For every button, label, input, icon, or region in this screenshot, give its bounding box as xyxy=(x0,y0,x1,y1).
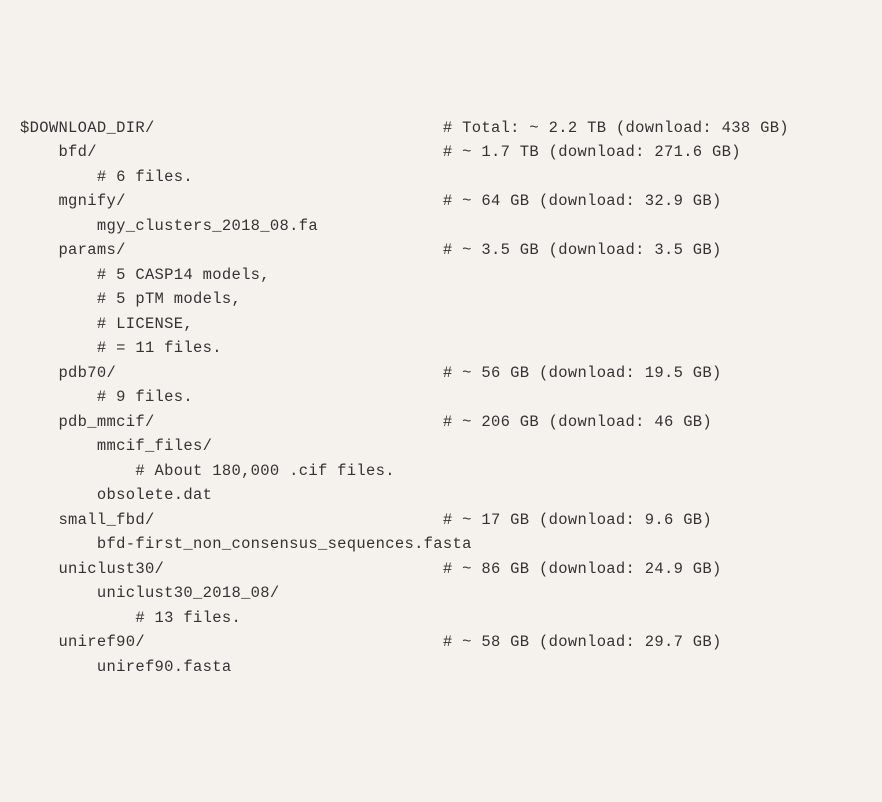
tree-line: # 6 files. xyxy=(20,165,862,189)
tree-line: mmcif_files/ xyxy=(20,434,862,458)
directory-tree-listing: $DOWNLOAD_DIR/ # Total: ~ 2.2 TB (downlo… xyxy=(20,116,862,679)
tree-line: # LICENSE, xyxy=(20,312,862,336)
tree-line: params/ # ~ 3.5 GB (download: 3.5 GB) xyxy=(20,238,862,262)
tree-line: # 9 files. xyxy=(20,385,862,409)
tree-line: bfd/ # ~ 1.7 TB (download: 271.6 GB) xyxy=(20,140,862,164)
tree-line: # 13 files. xyxy=(20,606,862,630)
tree-line: # About 180,000 .cif files. xyxy=(20,459,862,483)
tree-line: uniref90.fasta xyxy=(20,655,862,679)
tree-line: # 5 pTM models, xyxy=(20,287,862,311)
tree-line: obsolete.dat xyxy=(20,483,862,507)
tree-line: # 5 CASP14 models, xyxy=(20,263,862,287)
tree-line: mgnify/ # ~ 64 GB (download: 32.9 GB) xyxy=(20,189,862,213)
tree-line: bfd-first_non_consensus_sequences.fasta xyxy=(20,532,862,556)
tree-line: pdb_mmcif/ # ~ 206 GB (download: 46 GB) xyxy=(20,410,862,434)
tree-line: uniclust30_2018_08/ xyxy=(20,581,862,605)
tree-line: pdb70/ # ~ 56 GB (download: 19.5 GB) xyxy=(20,361,862,385)
tree-line: mgy_clusters_2018_08.fa xyxy=(20,214,862,238)
tree-line: $DOWNLOAD_DIR/ # Total: ~ 2.2 TB (downlo… xyxy=(20,116,862,140)
tree-line: small_fbd/ # ~ 17 GB (download: 9.6 GB) xyxy=(20,508,862,532)
tree-line: # = 11 files. xyxy=(20,336,862,360)
tree-line: uniclust30/ # ~ 86 GB (download: 24.9 GB… xyxy=(20,557,862,581)
